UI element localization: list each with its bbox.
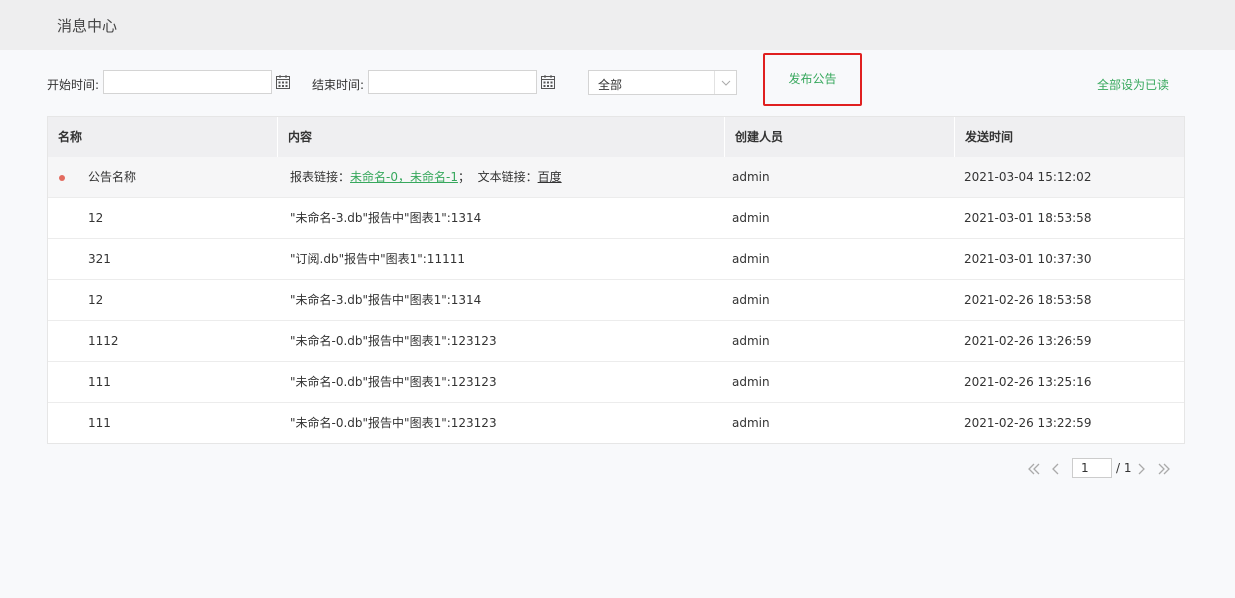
table-row[interactable]: 111 "未命名-0.db"报告中"图表1":123123 admin 2021… <box>48 402 1184 443</box>
page-title: 消息中心 <box>57 17 118 35</box>
content-prefix: 报表链接： <box>290 170 351 184</box>
row-content: "订阅.db"报告中"图表1":11111 <box>290 252 465 266</box>
row-content: "未命名-0.db"报告中"图表1":123123 <box>290 416 497 430</box>
row-name: 12 <box>88 211 104 225</box>
column-header-time: 发送时间 <box>965 130 1014 144</box>
publish-announcement-button[interactable]: 发布公告 <box>763 53 862 106</box>
column-divider <box>277 117 278 157</box>
calendar-icon[interactable] <box>540 74 556 90</box>
row-creator: admin <box>732 375 770 389</box>
column-header-creator: 创建人员 <box>735 130 784 144</box>
table-row[interactable]: 321 "订阅.db"报告中"图表1":11111 admin 2021-03-… <box>48 238 1184 279</box>
end-time-input[interactable] <box>368 70 537 94</box>
row-name: 111 <box>88 375 111 389</box>
link-comma: ， <box>397 170 410 184</box>
row-name: 111 <box>88 416 111 430</box>
table-row[interactable]: 12 "未命名-3.db"报告中"图表1":1314 admin 2021-03… <box>48 197 1184 238</box>
start-time-label: 开始时间: <box>47 78 100 92</box>
report-link[interactable]: 未命名-1 <box>410 170 458 184</box>
text-link[interactable]: 百度 <box>538 170 562 184</box>
column-header-name: 名称 <box>58 130 83 144</box>
chevron-down-icon[interactable] <box>720 77 732 89</box>
row-name: 12 <box>88 293 104 307</box>
status-select-value: 全部 <box>598 78 623 92</box>
status-select[interactable]: 全部 <box>588 70 737 95</box>
row-content: "未命名-3.db"报告中"图表1":1314 <box>290 293 482 307</box>
row-creator: admin <box>732 416 770 430</box>
row-time: 2021-03-01 10:37:30 <box>964 252 1092 266</box>
table-row[interactable]: 公告名称 报表链接：未命名-0，未命名-1； 文本链接：百度 admin 202… <box>48 157 1184 197</box>
row-creator: admin <box>732 170 770 184</box>
row-time: 2021-02-26 18:53:58 <box>964 293 1092 307</box>
row-content: 报表链接：未命名-0，未命名-1； 文本链接：百度 <box>290 157 562 197</box>
row-time: 2021-02-26 13:22:59 <box>964 416 1092 430</box>
row-creator: admin <box>732 211 770 225</box>
mark-all-read-button[interactable]: 全部设为已读 <box>1097 76 1169 93</box>
row-content: "未命名-0.db"报告中"图表1":123123 <box>290 375 497 389</box>
last-page-icon[interactable] <box>1157 463 1171 475</box>
row-creator: admin <box>732 293 770 307</box>
row-name: 321 <box>88 252 111 266</box>
row-time: 2021-03-04 15:12:02 <box>964 170 1092 184</box>
row-content: "未命名-0.db"报告中"图表1":123123 <box>290 334 497 348</box>
column-divider <box>724 117 725 157</box>
report-link[interactable]: 未命名-0 <box>350 170 398 184</box>
pagination: 1 / 1 <box>1025 458 1185 480</box>
row-time: 2021-02-26 13:26:59 <box>964 334 1092 348</box>
row-name: 公告名称 <box>88 170 137 184</box>
first-page-icon[interactable] <box>1027 463 1041 475</box>
page-number-input[interactable]: 1 <box>1072 458 1112 478</box>
message-table: 名称 内容 创建人员 发送时间 公告名称 报表链接：未命名-0，未命名-1； 文… <box>47 116 1185 444</box>
page-total: / 1 <box>1116 461 1132 475</box>
row-creator: admin <box>732 252 770 266</box>
table-header: 名称 内容 创建人员 发送时间 <box>48 117 1184 157</box>
row-creator: admin <box>732 334 770 348</box>
row-name: 1112 <box>88 334 119 348</box>
table-row[interactable]: 111 "未命名-0.db"报告中"图表1":123123 admin 2021… <box>48 361 1184 402</box>
table-row[interactable]: 1112 "未命名-0.db"报告中"图表1":123123 admin 202… <box>48 320 1184 361</box>
table-body: 公告名称 报表链接：未命名-0，未命名-1； 文本链接：百度 admin 202… <box>48 157 1184 443</box>
unread-dot <box>59 175 65 181</box>
end-time-label: 结束时间: <box>312 78 365 92</box>
table-row[interactable]: 12 "未命名-3.db"报告中"图表1":1314 admin 2021-02… <box>48 279 1184 320</box>
row-time: 2021-02-26 13:25:16 <box>964 375 1092 389</box>
column-header-content: 内容 <box>288 130 313 144</box>
page-header: 消息中心 <box>0 0 1235 50</box>
select-divider <box>714 71 715 94</box>
row-content: "未命名-3.db"报告中"图表1":1314 <box>290 211 482 225</box>
start-time-input[interactable] <box>103 70 272 94</box>
column-divider <box>954 117 955 157</box>
prev-page-icon[interactable] <box>1051 463 1061 475</box>
row-time: 2021-03-01 18:53:58 <box>964 211 1092 225</box>
calendar-icon[interactable] <box>275 74 291 90</box>
content-separator: ； 文本链接： <box>457 170 538 184</box>
next-page-icon[interactable] <box>1136 463 1146 475</box>
